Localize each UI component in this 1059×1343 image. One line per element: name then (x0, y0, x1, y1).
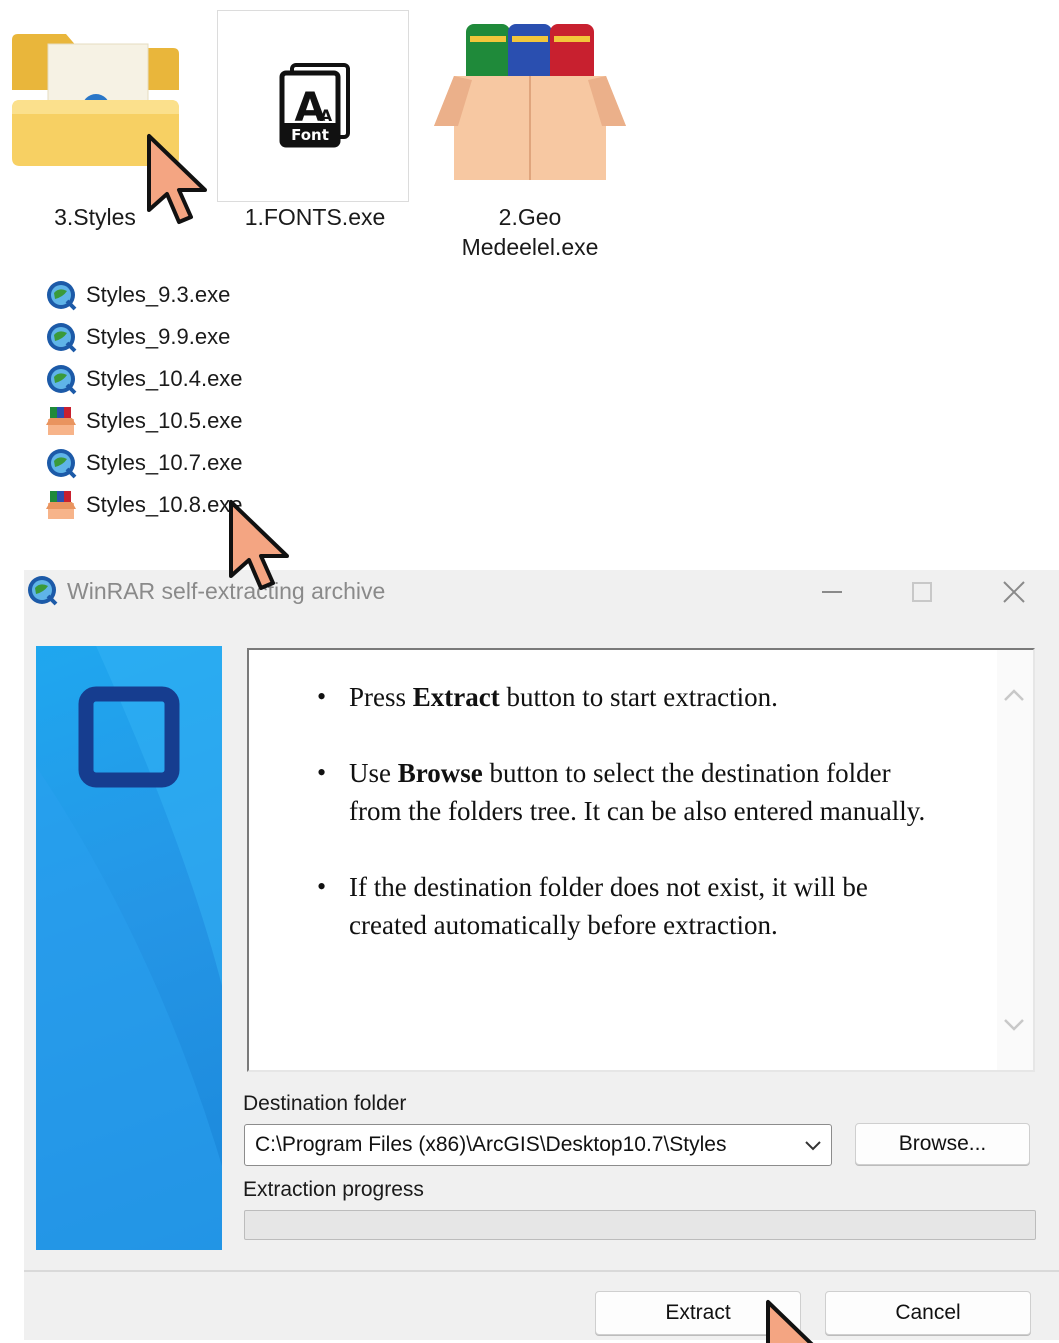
file-2-geo-medeelel-exe-label: 2.Geo Medeelel.exe (430, 202, 630, 262)
close-button[interactable] (994, 576, 1034, 608)
svg-text:Font: Font (291, 126, 329, 144)
globe-installer-icon (44, 278, 78, 312)
scrollbar[interactable] (997, 650, 1033, 1070)
globe-installer-icon (44, 446, 78, 480)
globe-installer-icon (44, 362, 78, 396)
instructions-list: Press Extract button to start extraction… (309, 678, 949, 982)
instruction-item: Use Browse button to select the destinat… (309, 754, 949, 830)
file-1-fonts-exe[interactable]: A A Font (217, 10, 409, 202)
folder-3-styles-label: 3.Styles (54, 204, 136, 230)
font-file-icon: A A Font (279, 63, 350, 148)
cancel-button[interactable]: Cancel (825, 1291, 1031, 1335)
pointer-cursor-icon (766, 1300, 814, 1343)
label-line-1: 2.Geo (498, 204, 562, 230)
maximize-button (902, 576, 942, 608)
winrar-archive-icon (434, 24, 626, 180)
winrar-archive-icon (44, 488, 78, 522)
close-icon (1003, 581, 1025, 603)
extraction-progress-label: Extraction progress (243, 1178, 424, 1201)
list-item-styles-10-8[interactable]: Styles_10.8.exe (44, 484, 243, 526)
globe-installer-icon (44, 320, 78, 354)
destination-folder-label: Destination folder (243, 1092, 407, 1115)
list-item-styles-10-4[interactable]: Styles_10.4.exe (44, 358, 243, 400)
list-item-styles-9-3[interactable]: Styles_9.3.exe (44, 274, 243, 316)
destination-folder-combobox[interactable]: C:\Program Files (x86)\ArcGIS\Desktop10.… (244, 1124, 832, 1166)
list-item-label: Styles_10.4.exe (86, 366, 243, 391)
scroll-up-icon[interactable] (1001, 682, 1027, 708)
list-item-styles-10-7[interactable]: Styles_10.7.exe (44, 442, 243, 484)
instruction-item: Press Extract button to start extraction… (309, 678, 949, 716)
maximize-icon (912, 582, 932, 602)
instructions-panel: Press Extract button to start extraction… (247, 648, 1035, 1072)
list-item-label: Styles_10.5.exe (86, 408, 243, 433)
scroll-down-icon[interactable] (1001, 1012, 1027, 1038)
destination-folder-value: C:\Program Files (x86)\ArcGIS\Desktop10.… (255, 1133, 727, 1156)
list-item-label: Styles_10.7.exe (86, 450, 243, 475)
svg-text:A: A (320, 106, 333, 125)
winrar-sfx-dialog: WinRAR self-extracting archive Press Ext… (24, 570, 1059, 1340)
browse-button[interactable]: Browse... (855, 1123, 1030, 1165)
file-2-geo-medeelel-exe[interactable] (432, 22, 628, 187)
chevron-down-icon[interactable] (801, 1133, 825, 1157)
title-bar[interactable]: WinRAR self-extracting archive (24, 570, 1059, 614)
pointer-cursor-icon (147, 134, 207, 224)
list-item-label: Styles_9.9.exe (86, 324, 231, 349)
list-item-label: Styles_10.8.exe (86, 492, 243, 517)
side-banner (36, 646, 222, 1250)
pointer-cursor-icon (229, 500, 289, 590)
list-item-styles-9-9[interactable]: Styles_9.9.exe (44, 316, 243, 358)
app-icon (28, 576, 58, 606)
extraction-progress-bar (244, 1210, 1036, 1240)
instruction-item: If the destination folder does not exist… (309, 868, 949, 944)
minimize-button[interactable] (812, 576, 852, 608)
winrar-archive-icon (44, 404, 78, 438)
label-line-2: Medeelel.exe (461, 234, 599, 260)
file-list: Styles_9.3.exe Styles_9.9.exe Styles_10.… (44, 274, 243, 526)
file-1-fonts-exe-label: 1.FONTS.exe (244, 204, 386, 230)
winrar-logo-icon (36, 646, 222, 1250)
minimize-icon (822, 591, 842, 593)
list-item-label: Styles_9.3.exe (86, 282, 231, 307)
list-item-styles-10-5[interactable]: Styles_10.5.exe (44, 400, 243, 442)
button-area-divider (24, 1270, 1059, 1272)
